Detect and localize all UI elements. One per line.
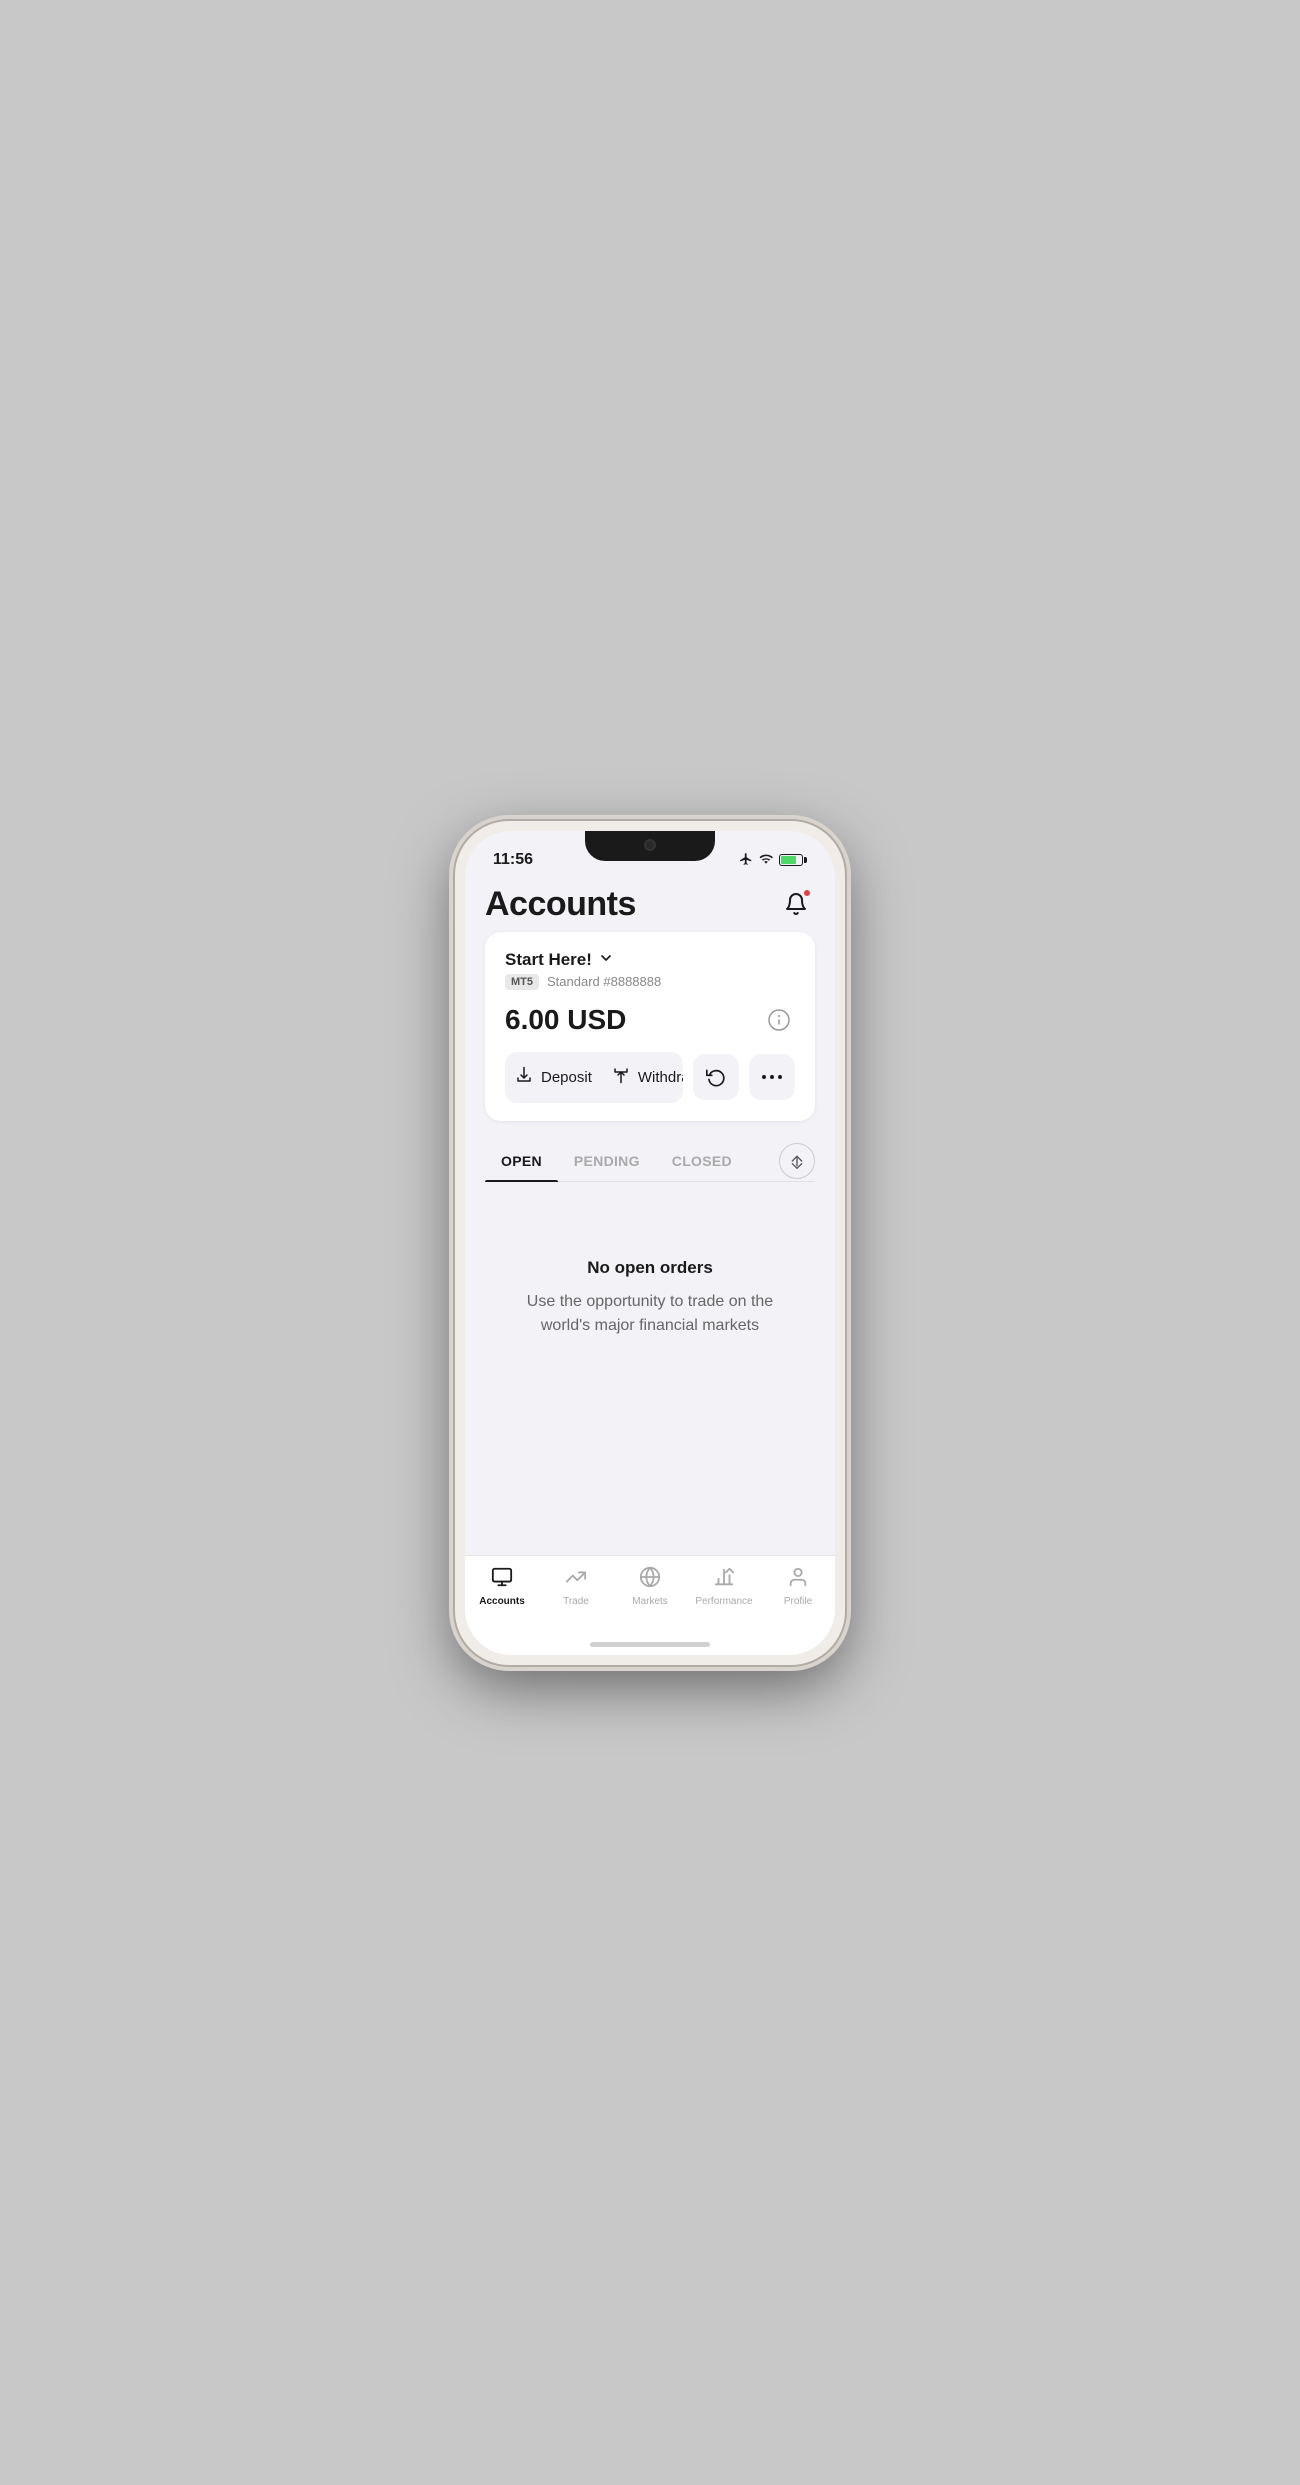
performance-icon (713, 1566, 735, 1592)
tab-pending[interactable]: PENDING (558, 1141, 656, 1181)
deposit-icon (515, 1066, 533, 1089)
main-content: Accounts Start Here! (465, 875, 835, 1555)
nav-label-accounts: Accounts (479, 1596, 525, 1607)
deposit-withdraw-group: Deposit Withdraw (505, 1052, 683, 1103)
trade-icon (565, 1566, 587, 1592)
withdraw-label: Withdraw (638, 1069, 683, 1086)
nav-label-profile: Profile (784, 1596, 812, 1607)
profile-icon (787, 1566, 809, 1592)
nav-item-performance[interactable]: Performance (687, 1564, 761, 1607)
home-bar (590, 1642, 710, 1647)
nav-item-profile[interactable]: Profile (761, 1564, 835, 1607)
balance-amount: 6.00 USD (505, 1004, 626, 1036)
nav-label-trade: Trade (563, 1596, 589, 1607)
tabs-list: OPEN PENDING CLOSED (485, 1141, 748, 1181)
empty-subtitle: Use the opportunity to trade on the worl… (520, 1290, 780, 1338)
battery-icon (779, 854, 807, 866)
phone-screen: 11:56 (465, 831, 835, 1655)
notification-dot (803, 889, 811, 897)
page-header: Accounts (485, 875, 815, 932)
nav-label-markets: Markets (632, 1596, 668, 1607)
airplane-icon (739, 852, 753, 869)
history-button[interactable] (693, 1054, 739, 1100)
more-button[interactable] (749, 1054, 795, 1100)
tab-open[interactable]: OPEN (485, 1141, 558, 1181)
withdraw-button[interactable]: Withdraw (602, 1052, 683, 1103)
account-selector[interactable]: Start Here! (505, 950, 795, 970)
empty-state: No open orders Use the opportunity to tr… (485, 1198, 815, 1378)
nav-item-trade[interactable]: Trade (539, 1564, 613, 1607)
account-card: Start Here! MT5 Standard #8888888 6.00 U… (485, 932, 815, 1121)
nav-item-markets[interactable]: Markets (613, 1564, 687, 1607)
phone-frame: 11:56 (455, 821, 845, 1665)
deposit-label: Deposit (541, 1069, 592, 1086)
deposit-button[interactable]: Deposit (505, 1052, 602, 1103)
account-number: Standard #8888888 (547, 974, 661, 989)
wifi-icon (758, 852, 774, 869)
account-sub: MT5 Standard #8888888 (505, 974, 795, 990)
home-indicator (465, 1635, 835, 1655)
tab-closed[interactable]: CLOSED (656, 1141, 748, 1181)
status-time: 11:56 (493, 851, 533, 869)
tabs-header: OPEN PENDING CLOSED (485, 1141, 815, 1182)
info-button[interactable] (763, 1004, 795, 1036)
status-icons (739, 852, 807, 869)
nav-label-performance: Performance (695, 1596, 752, 1607)
action-row: Deposit Withdraw (505, 1052, 795, 1103)
page-title: Accounts (485, 885, 636, 924)
bottom-nav: Accounts Trade (465, 1555, 835, 1635)
chevron-down-icon (598, 950, 614, 969)
tabs-section: OPEN PENDING CLOSED (485, 1141, 815, 1182)
balance-row: 6.00 USD (505, 1004, 795, 1036)
notch (585, 831, 715, 861)
nav-item-accounts[interactable]: Accounts (465, 1564, 539, 1607)
mt5-badge: MT5 (505, 974, 539, 990)
notification-button[interactable] (777, 885, 815, 923)
markets-icon (639, 1566, 661, 1592)
empty-title: No open orders (587, 1258, 713, 1278)
camera (644, 839, 656, 851)
withdraw-icon (612, 1066, 630, 1089)
sort-button[interactable] (779, 1143, 815, 1179)
account-name: Start Here! (505, 950, 592, 970)
accounts-icon (491, 1566, 513, 1592)
